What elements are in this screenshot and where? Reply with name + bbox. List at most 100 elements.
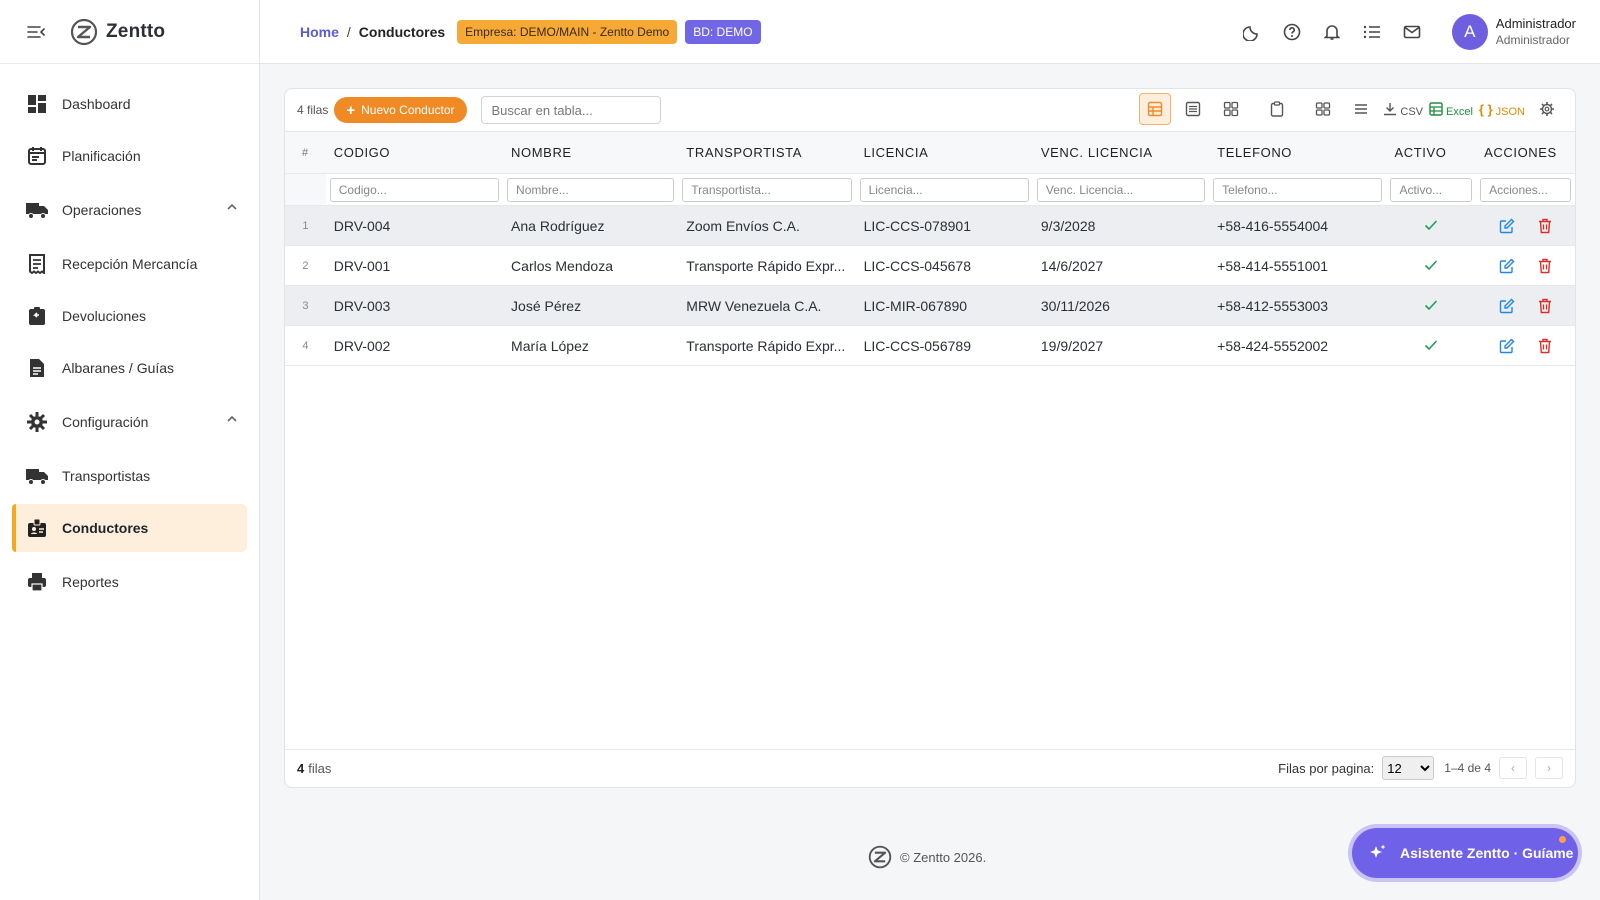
grid-footer: 4 filas Filas por pagina: 12 1–4 de 4 ‹ … [285,749,1575,787]
column-header-telefono[interactable]: TELEFONO [1209,131,1387,174]
card-view-icon[interactable] [1215,93,1247,125]
column-header-acciones: ACCIONES [1476,131,1575,174]
sidebar-item-configuracion[interactable]: Configuración [12,396,247,448]
mail-icon[interactable] [1400,20,1424,44]
assistant-button[interactable]: Asistente Zentto · Guíame [1352,828,1578,878]
filter-transportista-input[interactable] [682,177,852,202]
sidebar-item-devoluciones[interactable]: Devoluciones [12,292,247,340]
calendar-icon [26,145,48,167]
cell-telefono: +58-414-5551001 [1209,245,1387,286]
sidebar-item-transportistas[interactable]: Transportistas [12,452,247,500]
filter-telefono-input[interactable] [1213,177,1383,202]
table-view-icon[interactable] [1139,93,1172,125]
delete-icon[interactable] [1535,256,1555,276]
menu-collapse-icon[interactable] [26,22,46,42]
copyright-text: © Zentto 2026. [900,849,987,865]
pagination: Filas por pagina: 12 1–4 de 4 ‹ › [1278,756,1563,780]
sidebar-item-label: Albaranes / Guías [62,360,175,376]
edit-icon[interactable] [1497,296,1517,316]
cell-transportista: Transporte Rápido Expr... [678,325,856,366]
filter-activo-input[interactable] [1390,177,1473,202]
user-menu[interactable]: A Administrador Administrador [1451,14,1576,50]
column-header-licencia[interactable]: LICENCIA [855,131,1033,174]
filter-codigo-input[interactable] [329,177,500,202]
edit-icon[interactable] [1497,216,1517,236]
cell-venc-licencia: 9/3/2028 [1032,205,1210,246]
excel-export-button[interactable]: Excel [1429,93,1473,125]
column-header-nombre[interactable]: NOMBRE [503,131,679,174]
gear-icon [26,411,48,433]
sidebar-item-reportes[interactable]: Reportes [12,556,247,608]
cell-transportista: Zoom Envíos C.A. [678,205,856,246]
grid-layout-icon[interactable] [1307,93,1339,125]
table-row[interactable]: 3 DRV-003 José Pérez MRW Venezuela C.A. … [285,285,1575,326]
filter-venc-licencia-input[interactable] [1036,177,1206,202]
next-page-button[interactable]: › [1535,757,1563,779]
sidebar-item-conductores[interactable]: Conductores [12,504,247,552]
filter-acciones-input[interactable] [1480,177,1571,202]
json-export-button[interactable]: { } JSON [1479,93,1525,125]
check-icon [1425,339,1438,350]
cell-codigo: DRV-002 [325,325,504,366]
list-icon[interactable] [1360,20,1384,44]
delete-icon[interactable] [1535,296,1555,316]
cell-telefono: +58-416-5554004 [1209,205,1387,246]
top-bar: Home / Conductores Empresa: DEMO/MAIN - … [260,0,1600,64]
table-row[interactable]: 4 DRV-002 María López Transporte Rápido … [285,325,1575,366]
table-search-input[interactable] [480,96,661,124]
help-icon[interactable] [1280,20,1304,44]
excel-label: Excel [1446,105,1473,118]
cell-telefono: +58-424-5552002 [1209,325,1387,366]
sidebar-item-label: Operaciones [62,202,142,218]
row-count-label: 4 filas [297,103,329,117]
new-driver-button[interactable]: + Nuevo Conductor [334,97,467,123]
filter-nombre-input[interactable] [507,177,675,202]
delete-icon[interactable] [1535,336,1555,356]
cell-activo [1386,285,1477,326]
delete-icon[interactable] [1535,216,1555,236]
excel-icon [1429,102,1443,116]
sidebar-item-label: Reportes [62,574,119,590]
bell-icon[interactable] [1320,20,1344,44]
edit-icon[interactable] [1497,256,1517,276]
list-view-icon[interactable] [1177,93,1209,125]
chevron-up-icon [227,415,237,422]
cell-nombre: Carlos Mendoza [503,245,679,286]
dashboard-icon [26,93,48,115]
cell-nombre: José Pérez [503,285,679,326]
cell-codigo: DRV-004 [325,205,504,246]
new-driver-button-label: Nuevo Conductor [361,103,455,117]
user-role: Administrador [1495,33,1570,47]
sidebar-item-recepcion[interactable]: Recepción Mercancía [12,240,247,288]
table-row[interactable]: 1 DRV-004 Ana Rodríguez Zoom Envíos C.A.… [285,205,1575,246]
prev-page-button[interactable]: ‹ [1499,757,1527,779]
footer-row-count: 4 [297,761,305,776]
settings-gear-icon[interactable] [1531,93,1563,125]
sidebar-item-albaranes[interactable]: Albaranes / Guías [12,344,247,392]
notification-dot [1559,836,1566,843]
csv-export-button[interactable]: CSV [1383,93,1423,125]
column-header-venc-licencia[interactable]: VENC. LICENCIA [1032,131,1210,174]
moon-icon[interactable] [1240,20,1264,44]
column-header-transportista[interactable]: TRANSPORTISTA [678,131,856,174]
sidebar-item-dashboard[interactable]: Dashboard [12,80,247,128]
column-header-activo[interactable]: ACTIVO [1386,131,1477,174]
edit-icon[interactable] [1497,336,1517,356]
breadcrumb-home-link[interactable]: Home [300,24,339,40]
page-range: 1–4 de 4 [1444,761,1491,775]
sidebar-item-operaciones[interactable]: Operaciones [12,184,247,236]
avatar[interactable]: A [1451,14,1488,50]
table-row[interactable]: 2 DRV-001 Carlos Mendoza Transporte Rápi… [285,245,1575,286]
rows-per-page-select[interactable]: 12 [1382,756,1435,780]
sidebar-item-label: Planificación [62,148,141,164]
breadcrumb-current: Conductores [358,23,446,40]
cell-activo [1386,325,1477,366]
clipboard-icon[interactable] [1261,93,1293,125]
zentto-logo-icon [868,845,892,869]
sidebar-item-planificacion[interactable]: Planificación [12,132,247,180]
sidebar-item-label: Dashboard [62,96,131,112]
cell-transportista: Transporte Rápido Expr... [678,245,856,286]
filter-licencia-input[interactable] [859,177,1029,202]
column-header-codigo[interactable]: CODIGO [325,131,504,174]
density-icon[interactable] [1345,93,1377,125]
